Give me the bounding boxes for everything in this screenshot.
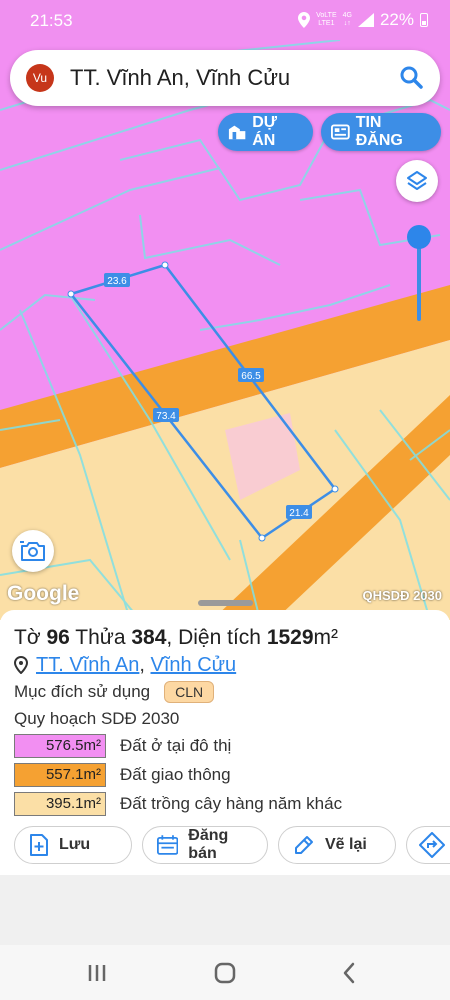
network-type: VoLTE LTE1 (316, 12, 337, 28)
zone-area-transport: 557.1m² (14, 763, 106, 787)
camera-button[interactable] (12, 530, 54, 572)
save-label: Lưu (59, 836, 91, 853)
area-unit: m² (313, 626, 339, 649)
signal-type: 4G (342, 12, 352, 19)
title-parcel-label: Thửa (75, 626, 126, 649)
system-nav-bar (0, 945, 450, 1000)
calendar-icon (157, 835, 179, 855)
home-icon[interactable] (210, 959, 240, 987)
redraw-label: Vẽ lại (325, 836, 367, 853)
back-icon[interactable] (335, 959, 365, 987)
project-label: DỰ ÁN (252, 114, 278, 149)
google-attribution: Google (7, 582, 80, 605)
newspaper-icon (331, 124, 350, 140)
zone-label-transport: Đất giao thông (120, 765, 231, 784)
location-pin-icon (14, 656, 28, 674)
map-layer-label: QHSDĐ 2030 (362, 588, 442, 603)
status-bar: 21:53 VoLTE LTE1 4G ↓↑ 22% (0, 0, 450, 40)
location-status-icon (298, 12, 311, 28)
search-bar[interactable]: Vu TT. Vĩnh An, Vĩnh Cửu (10, 50, 440, 106)
save-button[interactable]: Lưu (14, 826, 132, 864)
zone-row-crops: 395.1m² Đất trồng cây hàng năm khác (14, 791, 342, 817)
opacity-slider[interactable] (405, 225, 433, 325)
parcel-info-sheet: Tờ 96 Thửa 384, Diện tích 1529m² TT. Vĩn… (0, 600, 450, 875)
parcel-vertex[interactable] (67, 290, 75, 298)
land-purpose-row: Mục đích sử dụng CLN (14, 681, 215, 703)
title-sheet-label: Tờ (14, 626, 41, 649)
redraw-button[interactable]: Vẽ lại (278, 826, 396, 864)
document-add-icon (30, 834, 48, 856)
battery-icon (420, 13, 428, 27)
sheet-number: 96 (46, 626, 70, 649)
search-query[interactable]: TT. Vĩnh An, Vĩnh Cửu (70, 65, 290, 91)
edge-length-bottom: 21.4 (289, 508, 309, 519)
network-bottom: LTE1 (318, 20, 335, 27)
edge-length-left: 73.4 (156, 411, 176, 422)
location-separator: , (139, 653, 145, 676)
data-indicator: 4G ↓↑ (343, 12, 352, 28)
screen: 21:53 VoLTE LTE1 4G ↓↑ 22% 23.6 66.5 73.… (0, 0, 450, 1000)
data-arrows: ↓↑ (343, 20, 351, 27)
layers-button[interactable] (396, 160, 438, 202)
edge-label-2: 66.5 (238, 368, 264, 382)
purpose-label: Mục đích sử dụng (14, 682, 151, 701)
parcel-vertex[interactable] (258, 534, 266, 542)
directions-button[interactable] (406, 826, 450, 864)
sell-button[interactable]: Đăng bán (142, 826, 268, 864)
search-icon[interactable] (398, 64, 426, 92)
location-row: TT. Vĩnh An, Vĩnh Cửu (14, 652, 236, 678)
empty-area (0, 875, 450, 945)
drag-handle[interactable] (198, 600, 253, 606)
parcel-vertex[interactable] (331, 485, 339, 493)
zone-area-crops: 395.1m² (14, 792, 106, 816)
zone-label-urban: Đất ở tại đô thị (120, 736, 232, 755)
parcel-vertex[interactable] (161, 261, 169, 269)
status-icons: VoLTE LTE1 4G ↓↑ 22% (298, 10, 428, 30)
layers-icon (407, 171, 427, 190)
edge-length-top: 23.6 (107, 276, 127, 287)
parcel-title: Tờ 96 Thửa 384, Diện tích 1529m² (14, 626, 338, 650)
plan-label: Quy hoạch SDĐ 2030 (14, 709, 180, 728)
signal-icon (357, 13, 374, 27)
title-area-label: , Diện tích (166, 626, 261, 649)
area-value: 1529 (266, 626, 314, 649)
edge-label-3: 73.4 (153, 408, 179, 422)
location-ward-link[interactable]: TT. Vĩnh An (36, 654, 139, 676)
action-bar: Lưu Đăng bán Vẽ lại (14, 826, 450, 864)
battery-text: 22% (379, 10, 414, 29)
recent-apps-icon[interactable] (82, 959, 112, 987)
zone-row-urban: 576.5m² Đất ở tại đô thị (14, 733, 231, 759)
zone-area-urban: 576.5m² (14, 734, 106, 758)
building-icon (228, 125, 246, 140)
status-time: 21:53 (30, 11, 73, 30)
avatar[interactable]: Vu (26, 64, 54, 92)
listings-label: TIN ĐĂNG (355, 114, 403, 149)
network-top: VoLTE (316, 12, 337, 19)
location-district-link[interactable]: Vĩnh Cửu (151, 654, 237, 676)
zone-row-transport: 557.1m² Đất giao thông (14, 762, 231, 788)
edge-length-right: 66.5 (241, 371, 261, 382)
edge-label-1: 23.6 (104, 273, 130, 287)
slider-knob[interactable] (407, 225, 431, 249)
purpose-code-badge: CLN (164, 681, 215, 703)
sell-label: Đăng bán (188, 827, 229, 862)
pen-icon (295, 836, 313, 854)
edge-label-4: 21.4 (286, 505, 312, 519)
directions-icon (419, 832, 445, 858)
project-button[interactable]: DỰ ÁN (218, 113, 313, 151)
camera-icon (20, 541, 45, 561)
zone-label-crops: Đất trồng cây hàng năm khác (120, 794, 343, 813)
listings-button[interactable]: TIN ĐĂNG (321, 113, 441, 151)
parcel-number: 384 (131, 626, 167, 649)
